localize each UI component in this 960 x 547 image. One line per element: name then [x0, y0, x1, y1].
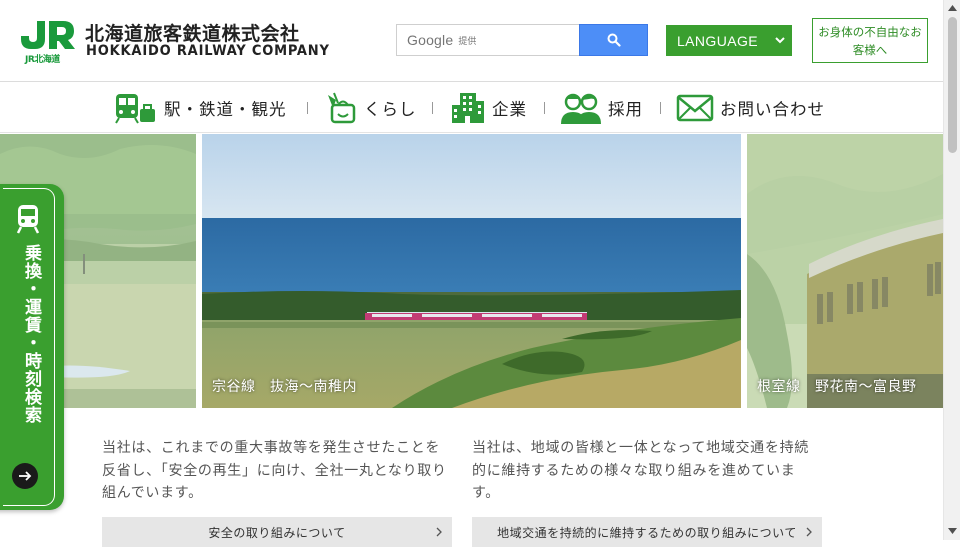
train-icon	[16, 205, 40, 234]
language-select[interactable]: LANGUAGE	[666, 25, 792, 56]
people-icon	[561, 93, 601, 124]
shopping-bag-icon	[328, 92, 356, 124]
nav-item-corporate[interactable]: 企業	[450, 83, 527, 133]
slide-caption: 宗谷線 抜海～南稚内	[212, 379, 357, 395]
company-name-en[interactable]: HOKKAIDO RAILWAY COMPANY	[86, 43, 330, 59]
regional-transport-link-label: 地域交通を持続的に維持するための取り組みについて	[497, 525, 797, 540]
chevron-right-icon	[436, 527, 442, 537]
safety-notice-text: 当社は、これまでの重大事故等を発生させたことを反省し、「安全の再生」に向け、全社…	[102, 440, 447, 501]
safety-link-button[interactable]: 安全の取り組みについて	[102, 517, 452, 547]
global-nav: 駅・鉄道・観光 くらし 企業 採用 お問い合わせ	[0, 83, 943, 133]
site-header: JR北海道 北海道旅客鉄道株式会社 HOKKAIDO RAILWAY COMPA…	[0, 0, 943, 82]
jr-logo[interactable]: JR北海道	[18, 19, 76, 65]
safety-link-label: 安全の取り組みについて	[208, 525, 346, 540]
logo-sub-text: JR北海道	[25, 55, 60, 65]
nav-item-living[interactable]: くらし	[324, 83, 417, 133]
hero-slide-current[interactable]: 宗谷線 抜海～南稚内	[202, 134, 741, 408]
nav-label: くらし	[364, 100, 417, 119]
sidetab-label: 乗換・運賃・時刻検索	[21, 244, 41, 424]
search-google-brand: Google	[407, 32, 454, 48]
page-scrollbar[interactable]	[943, 0, 960, 540]
train-cars	[365, 313, 587, 320]
nav-divider	[544, 102, 545, 114]
nav-label: 採用	[608, 100, 643, 119]
coastal-train-photo	[202, 134, 741, 408]
nav-divider	[432, 102, 433, 114]
chevron-right-icon	[806, 527, 812, 537]
nav-item-station-rail-tourism[interactable]: 駅・鉄道・観光	[114, 83, 287, 133]
hero-carousel: 宗谷線 抜海～南稚内 根室線 野花南～富良野	[0, 134, 943, 408]
accessibility-link[interactable]: お身体の不自由なお客様へ	[812, 18, 928, 63]
language-label: LANGUAGE	[677, 32, 758, 49]
regional-transport-text: 当社は、地域の皆様と一体となって地域交通を持続的に維持するための様々な取り組みを…	[472, 440, 809, 501]
arrow-right-icon	[19, 471, 32, 481]
chevron-down-icon	[775, 37, 785, 44]
nav-item-contact[interactable]: お問い合わせ	[676, 83, 825, 133]
building-icon	[452, 93, 484, 123]
nav-item-recruit[interactable]: 採用	[560, 83, 643, 133]
hero-slide-next[interactable]: 根室線 野花南～富良野	[747, 134, 943, 408]
nav-divider	[307, 102, 308, 114]
scrollbar-thumb[interactable]	[948, 17, 957, 153]
nav-label: 企業	[492, 100, 527, 119]
search-provided-label: 提供	[458, 36, 477, 47]
nav-label: 駅・鉄道・観光	[164, 100, 287, 119]
nav-label: お問い合わせ	[720, 100, 825, 119]
search-icon	[607, 33, 621, 47]
scroll-up-arrow-icon[interactable]	[948, 5, 957, 11]
slide-caption: 根室線 野花南～富良野	[757, 379, 917, 395]
nav-divider	[660, 102, 661, 114]
slide-overlay	[747, 134, 943, 408]
search-button[interactable]	[579, 24, 648, 56]
company-name-jp[interactable]: 北海道旅客鉄道株式会社	[85, 19, 300, 46]
jr-logo-mark	[21, 21, 75, 49]
route-search-tab[interactable]: 乗換・運賃・時刻検索	[0, 184, 64, 510]
search-input[interactable]: Google 提供	[396, 24, 579, 56]
envelope-icon	[676, 94, 714, 122]
scroll-down-arrow-icon[interactable]	[948, 528, 957, 534]
regional-transport-link-button[interactable]: 地域交通を持続的に維持するための取り組みについて	[472, 517, 822, 547]
sidetab-arrow-button[interactable]	[12, 463, 38, 489]
train-luggage-icon	[115, 94, 155, 124]
